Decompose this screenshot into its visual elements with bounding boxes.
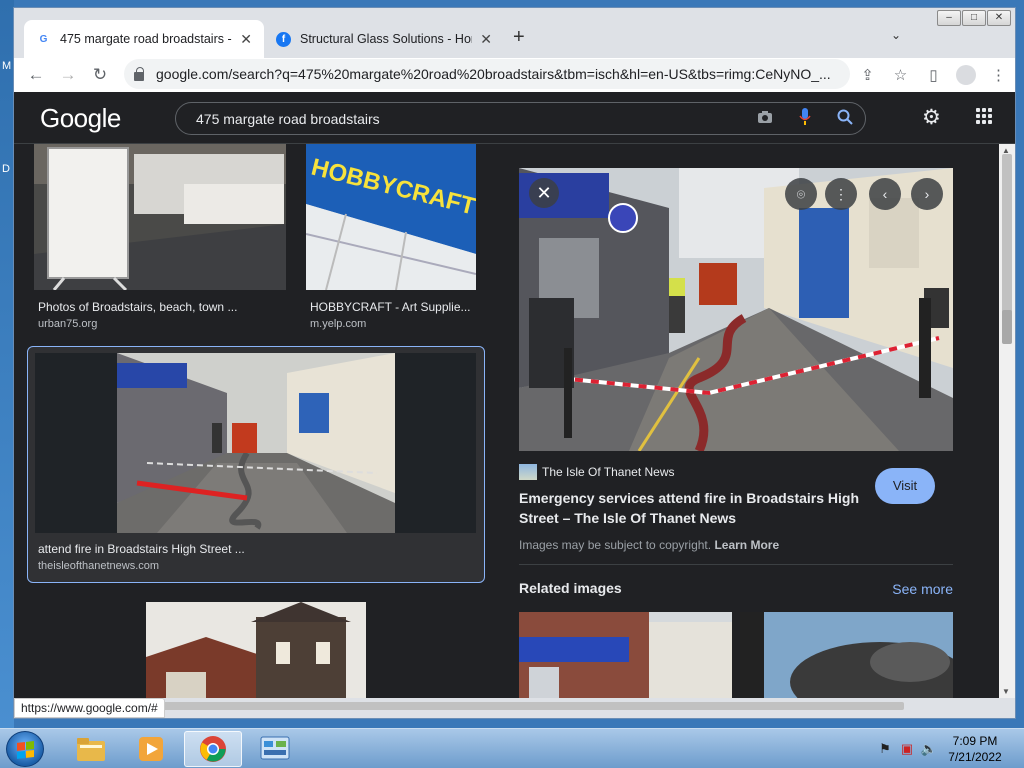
site-name[interactable]: The Isle Of Thanet News [542,465,675,479]
more-options-icon[interactable]: ⋮ [825,178,857,210]
result-source[interactable]: urban75.org [38,318,97,330]
site-favicon-icon [519,464,537,480]
back-button[interactable]: ← [20,65,52,85]
reload-button[interactable]: ↻ [84,65,116,85]
volume-icon[interactable]: 🔈 [918,741,940,757]
new-tab-button[interactable]: + [513,26,525,49]
preview-source[interactable]: The Isle Of Thanet News [519,464,675,480]
media-player-icon [139,737,163,761]
desktop-icon-label: M [2,60,12,72]
scroll-down-arrow-icon[interactable]: ▼ [1002,687,1010,696]
search-icon[interactable] [825,109,865,128]
result-caption[interactable]: HOBBYCRAFT - Art Supplie... [310,300,471,314]
taskbar-media-player[interactable] [122,731,180,767]
copyright-text: Images may be subject to copyright. [519,538,712,552]
clock-time: 7:09 PM [952,734,998,748]
windows-logo-icon [17,741,34,759]
folder-icon [77,738,105,761]
divider [519,564,953,565]
clock-date: 7/21/2022 [948,750,1002,764]
forward-button[interactable]: → [52,65,84,85]
scrollbar-thumb-active[interactable] [1002,310,1012,344]
chrome-menu-icon[interactable]: ⋮ [982,66,1015,84]
image-preview-panel: ✕ ⌾ ⋮ ‹ › The Isle Of Thanet News Emerge… [495,144,977,698]
chrome-icon [200,736,226,762]
result-caption[interactable]: Photos of Broadstairs, beach, town ... [38,300,237,314]
minimize-button[interactable]: – [937,10,961,26]
search-box[interactable]: 475 margate road broadstairs [175,102,866,135]
chrome-window: – □ ✕ G 475 margate road broadstairs - G… [13,7,1016,719]
profile-avatar[interactable] [956,65,976,85]
camera-icon[interactable] [745,110,785,127]
result-caption[interactable]: attend fire in Broadstairs High Street .… [38,542,245,556]
maximize-button[interactable]: □ [962,10,986,26]
copyright-notice: Images may be subject to copyright. Lear… [519,538,779,552]
clock[interactable]: 7:09 PM 7/21/2022 [940,733,1010,765]
microphone-icon[interactable] [785,108,825,129]
see-more-link[interactable]: See more [892,581,953,597]
scrollbar-thumb[interactable] [109,702,904,710]
control-panel-icon [260,736,290,760]
vertical-scrollbar[interactable]: ▲ ▼ [999,144,1015,698]
system-tray: ⚑ ▣ 🔈 7:09 PM 7/21/2022 [874,729,1024,768]
taskbar-chrome[interactable] [184,731,242,767]
tab-structural-glass[interactable]: f Structural Glass Solutions - Hom ✕ [264,20,504,58]
side-panel-icon[interactable]: ▯ [917,66,950,84]
tab-strip: – □ ✕ G 475 margate road broadstairs - G… [14,8,1015,58]
tab-title: Structural Glass Solutions - Hom [300,32,473,46]
result-thumbnail[interactable] [34,144,286,290]
tab-close-icon[interactable]: ✕ [240,31,252,48]
window-controls: – □ ✕ [937,10,1011,26]
result-thumbnail[interactable] [146,602,366,698]
tab-google-search[interactable]: G 475 margate road broadstairs - G ✕ [24,20,264,58]
related-image-thumbnail[interactable] [519,612,732,698]
google-apps-icon[interactable] [976,108,992,124]
result-thumbnail[interactable] [117,353,395,533]
previous-image-button[interactable]: ‹ [869,178,901,210]
lock-icon [134,66,144,81]
bookmark-star-icon[interactable]: ☆ [884,66,917,84]
lens-search-icon[interactable]: ⌾ [785,178,817,210]
settings-gear-icon[interactable]: ⚙ [922,105,941,130]
visit-button[interactable]: Visit [875,468,935,504]
preview-image[interactable]: ✕ ⌾ ⋮ ‹ › [519,168,953,451]
browser-toolbar: ← → ↻ google.com/search?q=475%20margate%… [14,58,1015,92]
google-header: Google 475 margate road broadstairs ⚙ [14,92,1015,144]
google-logo[interactable]: Google [40,103,121,134]
google-images-page: Google 475 margate road broadstairs ⚙ Ph… [14,92,1015,698]
related-image-thumbnail[interactable] [740,612,953,698]
start-button[interactable] [6,731,44,767]
related-images-heading: Related images [519,580,622,596]
taskbar-control-panel[interactable] [246,731,304,767]
preview-title-link[interactable]: Emergency services attend fire in Broads… [519,488,869,528]
tab-search-chevron-icon[interactable]: ⌄ [891,28,901,42]
desktop-icon-label: D [2,163,10,175]
google-favicon-icon: G [36,31,51,47]
share-icon[interactable]: ⇪ [851,66,884,84]
next-image-button[interactable]: › [911,178,943,210]
image-results-grid: Photos of Broadstairs, beach, town ... u… [14,144,494,698]
facebook-favicon-icon: f [276,31,291,47]
desktop-background [0,0,14,728]
windows-taskbar: ⚑ ▣ 🔈 7:09 PM 7/21/2022 [0,728,1024,768]
network-warning-icon[interactable]: ▣ [896,741,918,757]
tab-title: 475 margate road broadstairs - G [60,32,233,46]
learn-more-link[interactable]: Learn More [714,538,779,552]
taskbar-file-explorer[interactable] [62,731,120,767]
close-preview-button[interactable]: ✕ [529,178,559,208]
url-text[interactable]: google.com/search?q=475%20margate%20road… [156,66,836,82]
result-source[interactable]: m.yelp.com [310,318,366,330]
status-bar-link-preview: https://www.google.com/# [14,698,165,718]
result-source[interactable]: theisleofthanetnews.com [38,560,159,572]
tab-close-icon[interactable]: ✕ [480,31,492,48]
address-bar[interactable]: google.com/search?q=475%20margate%20road… [124,59,850,89]
search-input[interactable]: 475 margate road broadstairs [196,111,745,127]
action-center-icon[interactable]: ⚑ [874,741,896,757]
close-window-button[interactable]: ✕ [987,10,1011,26]
toolbar-actions: ⇪ ☆ ▯ ⋮ [851,58,1015,92]
result-thumbnail[interactable]: HOBBYCRAFT [306,144,476,290]
